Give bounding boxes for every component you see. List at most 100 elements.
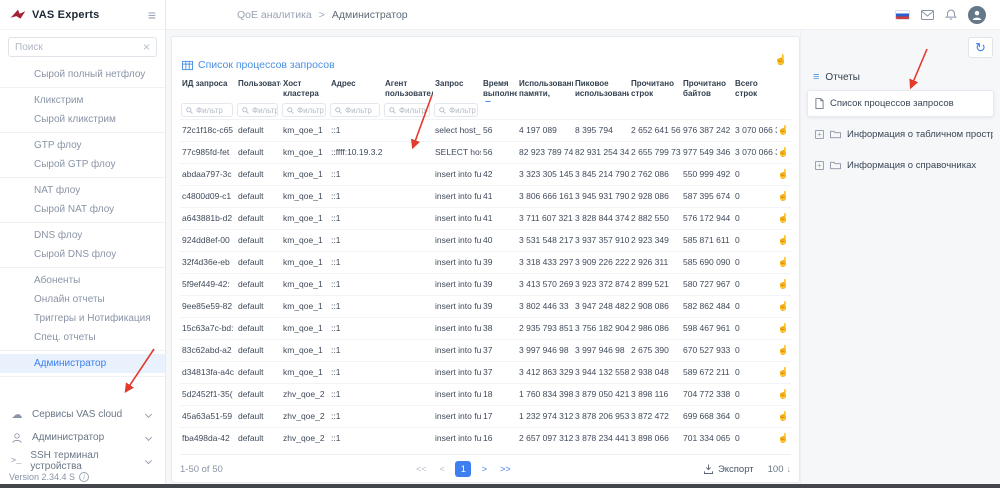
table-row[interactable]: 5d2452f1-35(defaultzhv_qoe_2::1insert in… bbox=[180, 383, 791, 405]
row-hand-icon[interactable]: ☝ bbox=[777, 384, 790, 405]
column-header[interactable]: Прочитано строк bbox=[629, 78, 681, 102]
page-button[interactable]: < bbox=[434, 461, 450, 477]
table-row[interactable]: d34813fa-a4cdefaultkm_qoe_1::1insert int… bbox=[180, 361, 791, 383]
column-header[interactable]: ИД запроса bbox=[180, 78, 236, 102]
cell-bytes_read: 704 772 338 bbox=[681, 384, 733, 405]
table-row[interactable]: 77c985fd-fetdefaultkm_qoe_1::ffff:10.19.… bbox=[180, 141, 791, 163]
search-input[interactable] bbox=[15, 42, 143, 53]
table-row[interactable]: c4800d09-c1defaultkm_qoe_1::1insert into… bbox=[180, 185, 791, 207]
mail-icon[interactable] bbox=[921, 10, 934, 20]
info-icon[interactable]: i bbox=[79, 472, 89, 482]
column-header[interactable]: Пиковое использование bbox=[573, 78, 629, 102]
column-header[interactable]: Хост кластера bbox=[281, 78, 329, 102]
table-row[interactable]: 83c62abd-a2defaultkm_qoe_1::1insert into… bbox=[180, 339, 791, 361]
filter-input[interactable]: Фильтр bbox=[330, 103, 380, 117]
row-hand-icon[interactable]: ☝ bbox=[777, 142, 790, 163]
sidebar-item[interactable]: Онлайн отчеты bbox=[0, 290, 165, 309]
row-hand-icon[interactable]: ☝ bbox=[777, 252, 790, 273]
table-row[interactable]: 45a63a51-59defaultzhv_qoe_2::1insert int… bbox=[180, 405, 791, 427]
sidebar-item[interactable]: GTP флоу bbox=[0, 136, 165, 155]
sort-caret-icon[interactable] bbox=[485, 101, 491, 102]
report-item[interactable]: +Информация о табличном пространстве bbox=[807, 121, 994, 148]
sidebar-item[interactable]: NAT флоу bbox=[0, 181, 165, 200]
row-hand-icon[interactable]: ☝ bbox=[777, 120, 790, 141]
column-header[interactable]: Запрос bbox=[433, 78, 481, 102]
filter-input[interactable]: Фильтр bbox=[282, 103, 326, 117]
row-hand-icon[interactable]: ☝ bbox=[777, 208, 790, 229]
page-button[interactable]: 1 bbox=[455, 461, 471, 477]
menu-collapse-icon[interactable]: ≡ bbox=[148, 8, 156, 22]
expand-plus-icon[interactable]: + bbox=[815, 161, 824, 170]
row-hand-icon[interactable]: ☝ bbox=[777, 274, 790, 295]
report-item[interactable]: Список процессов запросов bbox=[807, 90, 994, 117]
column-header[interactable]: Время выполнения, bbox=[481, 78, 517, 102]
column-header[interactable]: Всего строк bbox=[733, 78, 777, 102]
row-hand-icon[interactable]: ☝ bbox=[777, 230, 790, 251]
sidebar-item[interactable]: Абоненты bbox=[0, 271, 165, 290]
drag-hand-icon[interactable]: ☝ bbox=[775, 55, 787, 66]
sidebar-item[interactable]: Кликстрим bbox=[0, 91, 165, 110]
sidebar-section-label: Администратор bbox=[32, 432, 104, 443]
sidebar-item[interactable]: Спец. отчеты bbox=[0, 328, 165, 347]
filter-input[interactable]: Фильтр bbox=[237, 103, 278, 117]
sidebar-section-cloud[interactable]: ☁Сервисы VAS cloud bbox=[0, 403, 165, 426]
column-header[interactable]: Агент пользователя bbox=[383, 78, 433, 102]
table-row[interactable]: abdaa797-3cdefaultkm_qoe_1::1insert into… bbox=[180, 163, 791, 185]
page-button[interactable]: << bbox=[413, 461, 429, 477]
table-row[interactable]: 72c1f18c-c65defaultkm_qoe_1::1select hos… bbox=[180, 119, 791, 141]
column-header[interactable]: Адрес bbox=[329, 78, 383, 102]
topbar: QoE аналитика>Администратор bbox=[166, 0, 1000, 30]
terminal-icon: >_ bbox=[10, 456, 22, 466]
table-row[interactable]: 924dd8ef-00defaultkm_qoe_1::1insert into… bbox=[180, 229, 791, 251]
cloud-icon: ☁ bbox=[10, 408, 24, 421]
sidebar-item[interactable]: Триггеры и Нотификация bbox=[0, 309, 165, 328]
breadcrumb-item[interactable]: QoE аналитика bbox=[237, 9, 312, 21]
sidebar-item[interactable]: DNS флоу bbox=[0, 226, 165, 245]
column-header[interactable]: Пользователь bbox=[236, 78, 281, 102]
language-flag-icon[interactable] bbox=[895, 10, 910, 20]
sidebar-item[interactable]: Администратор bbox=[0, 354, 165, 373]
report-item[interactable]: +Информация о справочниках bbox=[807, 152, 994, 179]
sidebar-item[interactable]: Сырой DNS флоу bbox=[0, 245, 165, 264]
sidebar-item[interactable]: Сырой NAT флоу bbox=[0, 200, 165, 219]
column-header[interactable]: Прочитано байтов bbox=[681, 78, 733, 102]
table-row[interactable]: 5f9ef449-42:defaultkm_qoe_1::1insert int… bbox=[180, 273, 791, 295]
row-hand-icon[interactable]: ☝ bbox=[777, 296, 790, 317]
filter-input[interactable]: Фильтр bbox=[434, 103, 478, 117]
sidebar-section-terminal[interactable]: >_SSH терминал устройства bbox=[0, 449, 165, 472]
expand-plus-icon[interactable]: + bbox=[815, 130, 824, 139]
row-hand-icon[interactable]: ☝ bbox=[777, 164, 790, 185]
column-header[interactable]: Использование памяти, bbox=[517, 78, 573, 102]
row-hand-icon[interactable]: ☝ bbox=[777, 340, 790, 361]
sidebar-item[interactable]: Сырой GTP флоу bbox=[0, 155, 165, 174]
page-button[interactable]: > bbox=[476, 461, 492, 477]
bell-icon[interactable] bbox=[945, 9, 957, 21]
page-size-select[interactable]: 100 ↓ bbox=[768, 464, 791, 475]
table-row[interactable]: fba498da-42defaultzhv_qoe_2::1insert int… bbox=[180, 427, 791, 449]
sidebar-item[interactable]: Сырой полный нетфлоу bbox=[0, 65, 165, 84]
refresh-button[interactable]: ↻ bbox=[968, 37, 993, 58]
page-button[interactable]: >> bbox=[497, 461, 513, 477]
user-avatar[interactable] bbox=[968, 6, 986, 24]
sidebar-section-user[interactable]: Администратор bbox=[0, 426, 165, 449]
row-hand-icon[interactable]: ☝ bbox=[777, 406, 790, 427]
table-row[interactable]: a643881b-d2defaultkm_qoe_1::1insert into… bbox=[180, 207, 791, 229]
row-hand-icon[interactable]: ☝ bbox=[777, 362, 790, 383]
cell-addr: ::1 bbox=[329, 230, 383, 251]
cell-query: insert into fu bbox=[433, 252, 481, 273]
row-hand-icon[interactable]: ☝ bbox=[777, 428, 790, 449]
export-button[interactable]: Экспорт bbox=[704, 464, 754, 475]
column-label: Пользователь bbox=[238, 79, 281, 88]
table-row[interactable]: 9ee85e59-82defaultkm_qoe_1::1insert into… bbox=[180, 295, 791, 317]
cell-user: default bbox=[236, 362, 281, 383]
row-hand-icon[interactable]: ☝ bbox=[777, 186, 790, 207]
cell-time: 17 bbox=[481, 406, 517, 427]
cell-mem: 4 197 089 bbox=[517, 120, 573, 141]
sidebar-item[interactable]: Сырой кликстрим bbox=[0, 110, 165, 129]
table-row[interactable]: 32f4d36e-ebdefaultkm_qoe_1::1insert into… bbox=[180, 251, 791, 273]
table-row[interactable]: 15c63a7c-bd:defaultkm_qoe_1::1insert int… bbox=[180, 317, 791, 339]
row-hand-icon[interactable]: ☝ bbox=[777, 318, 790, 339]
filter-input[interactable]: Фильтр bbox=[384, 103, 430, 117]
filter-input[interactable]: Фильтр bbox=[181, 103, 233, 117]
clear-search-icon[interactable]: × bbox=[143, 41, 150, 53]
